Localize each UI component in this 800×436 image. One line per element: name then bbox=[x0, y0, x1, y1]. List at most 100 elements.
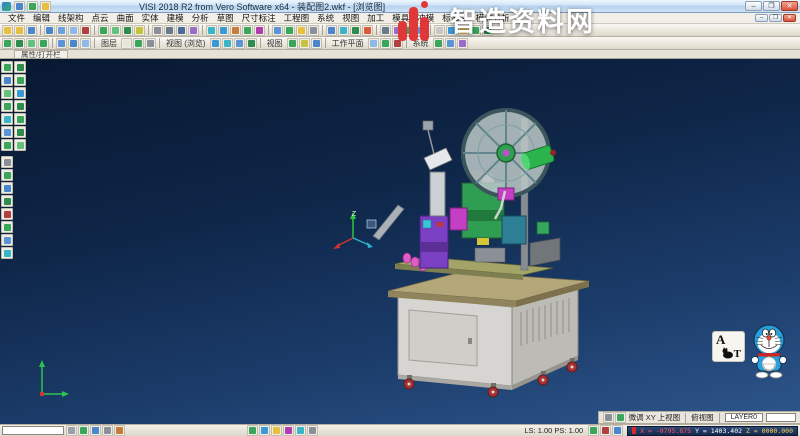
toolbar-icon[interactable] bbox=[14, 113, 26, 125]
toolbar-icon[interactable] bbox=[56, 38, 67, 49]
doc-restore-button[interactable]: ❐ bbox=[769, 14, 782, 22]
toolbar-icon[interactable] bbox=[176, 25, 187, 36]
toolbar-icon[interactable] bbox=[600, 425, 611, 436]
toolbar-icon[interactable] bbox=[308, 25, 319, 36]
toolbar-icon[interactable] bbox=[114, 425, 125, 436]
toolbar-icon[interactable] bbox=[14, 139, 26, 151]
menu-item[interactable]: 模具 bbox=[388, 12, 413, 24]
toolbar-icon[interactable] bbox=[78, 425, 89, 436]
toolbar-icon[interactable] bbox=[122, 25, 133, 36]
toolbar-icon[interactable] bbox=[133, 38, 144, 49]
toolbar-icon[interactable] bbox=[380, 25, 391, 36]
toolbar-icon[interactable] bbox=[470, 25, 481, 36]
toolbar-icon[interactable] bbox=[1, 208, 13, 220]
menu-item[interactable]: 模流分析 bbox=[472, 12, 514, 24]
close-button[interactable]: ✕ bbox=[781, 1, 798, 11]
toolbar-icon[interactable] bbox=[612, 425, 623, 436]
toolbar-icon[interactable] bbox=[210, 38, 221, 49]
toolbar-icon[interactable] bbox=[121, 38, 132, 49]
toolbar-icon[interactable] bbox=[27, 1, 38, 12]
menu-item[interactable]: 分析 bbox=[188, 12, 213, 24]
toolbar-icon[interactable] bbox=[1, 139, 13, 151]
toolbar-icon[interactable] bbox=[272, 25, 283, 36]
toolbar-icon[interactable] bbox=[271, 425, 282, 436]
toolbar-icon[interactable] bbox=[14, 1, 25, 12]
doc-close-button[interactable]: ✕ bbox=[783, 14, 796, 22]
toolbar-icon[interactable] bbox=[380, 38, 391, 49]
toolbar-icon[interactable] bbox=[68, 25, 79, 36]
toolbar-icon[interactable] bbox=[68, 38, 79, 49]
toolbar-icon[interactable] bbox=[44, 25, 55, 36]
toolbar-icon[interactable] bbox=[287, 38, 298, 49]
menu-item[interactable]: 加工 bbox=[363, 12, 388, 24]
menu-item[interactable]: 线架构 bbox=[54, 12, 88, 24]
menu-item[interactable]: 视图 bbox=[338, 12, 363, 24]
toolbar-icon[interactable] bbox=[1, 182, 13, 194]
toolbar-icon[interactable] bbox=[234, 38, 245, 49]
toolbar-icon[interactable] bbox=[615, 412, 626, 423]
toolbar-icon[interactable] bbox=[218, 25, 229, 36]
menu-item[interactable]: 冲模 bbox=[413, 12, 438, 24]
toolbar-icon[interactable] bbox=[392, 25, 403, 36]
toolbar-icon[interactable] bbox=[26, 38, 37, 49]
toolbar-icon[interactable] bbox=[110, 25, 121, 36]
toolbar-icon[interactable] bbox=[296, 25, 307, 36]
toolbar-icon[interactable] bbox=[392, 38, 403, 49]
toolbar-icon[interactable] bbox=[295, 425, 306, 436]
toolbar-icon[interactable] bbox=[1, 113, 13, 125]
toolbar-icon[interactable] bbox=[254, 25, 265, 36]
menu-item[interactable]: 尺寸标注 bbox=[238, 12, 280, 24]
menu-item[interactable]: 系统 bbox=[313, 12, 338, 24]
toolbar-icon[interactable] bbox=[446, 25, 457, 36]
toolbar-icon[interactable] bbox=[164, 25, 175, 36]
toolbar-icon[interactable] bbox=[307, 425, 318, 436]
toolbar-icon[interactable] bbox=[2, 25, 13, 36]
toolbar-icon[interactable] bbox=[416, 25, 427, 36]
command-input[interactable] bbox=[2, 426, 64, 435]
toolbar-icon[interactable] bbox=[188, 25, 199, 36]
toolbar-icon[interactable] bbox=[283, 425, 294, 436]
toolbar-icon[interactable] bbox=[259, 425, 270, 436]
toolbar-icon[interactable] bbox=[14, 126, 26, 138]
toolbar-icon[interactable] bbox=[1, 74, 13, 86]
toolbar-icon[interactable] bbox=[1, 100, 13, 112]
minimize-button[interactable]: – bbox=[745, 1, 762, 11]
toolbar-icon[interactable] bbox=[1, 195, 13, 207]
toolbar-icon[interactable] bbox=[206, 25, 217, 36]
layer-dropdown[interactable] bbox=[766, 413, 796, 422]
toolbar-icon[interactable] bbox=[247, 425, 258, 436]
toolbar-icon[interactable] bbox=[434, 25, 445, 36]
toolbar-icon[interactable] bbox=[588, 425, 599, 436]
toolbar-icon[interactable] bbox=[299, 38, 310, 49]
toolbar-icon[interactable] bbox=[222, 38, 233, 49]
toolbar-icon[interactable] bbox=[145, 38, 156, 49]
toolbar-icon[interactable] bbox=[368, 38, 379, 49]
toolbar-icon[interactable] bbox=[1, 247, 13, 259]
menu-item[interactable]: 编辑 bbox=[29, 12, 54, 24]
toolbar-icon[interactable] bbox=[80, 38, 91, 49]
toolbar-icon[interactable] bbox=[311, 38, 322, 49]
menu-item[interactable]: 草图 bbox=[213, 12, 238, 24]
toolbar-icon[interactable] bbox=[350, 25, 361, 36]
toolbar-icon[interactable] bbox=[102, 425, 113, 436]
menu-item[interactable]: 工程图 bbox=[280, 12, 314, 24]
menu-item[interactable]: 建模 bbox=[163, 12, 188, 24]
toolbar-icon[interactable] bbox=[40, 1, 51, 12]
toolbar-icon[interactable] bbox=[246, 38, 257, 49]
doc-minimize-button[interactable]: – bbox=[755, 14, 768, 22]
properties-panel-tab[interactable]: 属性/打开栏 bbox=[14, 50, 68, 58]
toolbar-icon[interactable] bbox=[14, 25, 25, 36]
toolbar-icon[interactable] bbox=[603, 412, 614, 423]
toolbar-icon[interactable] bbox=[98, 25, 109, 36]
toolbar-icon[interactable] bbox=[38, 38, 49, 49]
toolbar-icon[interactable] bbox=[14, 100, 26, 112]
toolbar-icon[interactable] bbox=[152, 25, 163, 36]
toolbar-icon[interactable] bbox=[482, 25, 493, 36]
menu-item[interactable]: 实体 bbox=[138, 12, 163, 24]
menu-item[interactable]: 点云 bbox=[88, 12, 113, 24]
toolbar-icon[interactable] bbox=[457, 38, 468, 49]
toolbar-icon[interactable] bbox=[404, 25, 415, 36]
toolbar-icon[interactable] bbox=[1, 234, 13, 246]
toolbar-icon[interactable] bbox=[1, 87, 13, 99]
maximize-button[interactable]: ❐ bbox=[763, 1, 780, 11]
